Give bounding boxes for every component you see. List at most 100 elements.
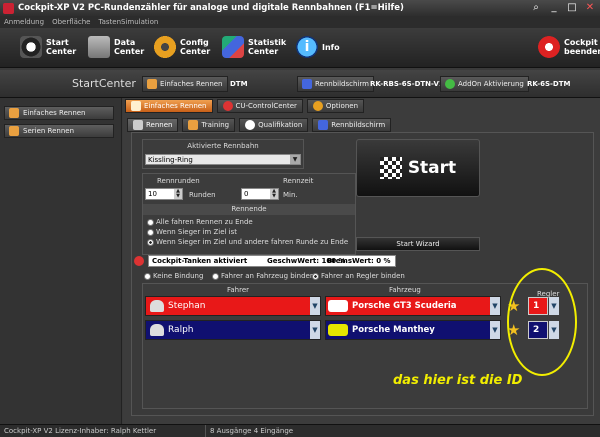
- spinner-icon[interactable]: ▲ ▼: [174, 189, 182, 199]
- nav-label: Center: [248, 47, 279, 56]
- radio-label: Alle fahren Rennen zu Ende: [156, 218, 253, 226]
- config-center-button[interactable]: Config Center: [154, 36, 220, 58]
- binding-option-none[interactable]: Keine Bindung: [144, 272, 203, 280]
- nav-label: Statistik: [248, 38, 287, 47]
- info-button[interactable]: i Info: [296, 36, 362, 58]
- main-navigation: Start Center Data Center Config Center Stat…: [0, 28, 600, 68]
- tab-training[interactable]: Training: [182, 118, 236, 132]
- status-strip: Cockpit-Tanken aktiviert GeschwWert: 100…: [148, 255, 396, 267]
- data-center-button[interactable]: Data Center: [88, 36, 154, 58]
- statistik-center-button[interactable]: Statistik Center: [222, 36, 288, 58]
- start-button-label: Start: [407, 158, 457, 178]
- info-icon: i: [296, 36, 318, 58]
- search-icon[interactable]: ⌕: [530, 2, 542, 14]
- time-label: Rennzeit: [283, 177, 314, 185]
- radio-label: Fahrer an Fahrzeug binden: [221, 272, 315, 280]
- radio-button[interactable]: [147, 218, 154, 226]
- race-end-option-1[interactable]: Alle fahren Rennen zu Ende: [147, 218, 253, 226]
- license-text: Cockpit-XP V2 Lizenz-Inhaber: Ralph Kett…: [4, 427, 157, 435]
- driver-select-2[interactable]: Ralph ▼: [145, 320, 321, 340]
- race-screen-button[interactable]: Rennbildschirm: [297, 76, 374, 92]
- radio-button[interactable]: [144, 272, 151, 280]
- tab-qualifikation[interactable]: Qualifikation: [239, 118, 309, 132]
- radio-label: Wenn Sieger im Ziel und andere fahren Ru…: [156, 238, 349, 246]
- statistics-icon: [222, 36, 244, 58]
- tab-label: CU-ControlCenter: [235, 102, 297, 110]
- start-button[interactable]: Start: [356, 139, 480, 197]
- race-screen-label: Rennbildschirm: [315, 80, 369, 88]
- race-end-option-3[interactable]: Wenn Sieger im Ziel und andere fahren Ru…: [147, 238, 348, 246]
- radio-button[interactable]: [312, 272, 319, 280]
- tab-label: Rennen: [146, 121, 173, 129]
- chevron-down-icon[interactable]: ▼: [310, 321, 320, 339]
- menu-anmeldung[interactable]: Anmeldung: [4, 18, 44, 26]
- checkered-flag-icon: [133, 120, 143, 130]
- quit-button[interactable]: Cockpit beenden: [538, 36, 600, 58]
- tab-label: Rennbildschirm: [331, 121, 386, 129]
- app-icon: [3, 2, 14, 14]
- sidebar-item-label: Serien Rennen: [23, 127, 75, 135]
- tab-rennen[interactable]: Rennen: [127, 118, 179, 132]
- driver-name: Stephan: [168, 301, 206, 311]
- radio-button[interactable]: [147, 228, 154, 236]
- car-icon: [131, 101, 141, 111]
- binding-option-car[interactable]: Fahrer an Fahrzeug binden: [212, 272, 314, 280]
- car-icon: [9, 108, 19, 118]
- mode-value: DTM: [230, 80, 248, 88]
- tab-rennbildschirm[interactable]: Rennbildschirm: [312, 118, 392, 132]
- tab-optionen[interactable]: Optionen: [306, 99, 365, 113]
- driver-select-1[interactable]: Stephan ▼: [145, 296, 321, 316]
- tab-label: Einfaches Rennen: [144, 102, 207, 110]
- nav-label: Data: [114, 38, 136, 47]
- addon-button[interactable]: AddOn Aktivierung: [440, 76, 529, 92]
- tab-cu-controlcenter[interactable]: CU-ControlCenter: [216, 99, 303, 113]
- start-center-header: StartCenter Einfaches Rennen DTM Rennbil…: [0, 70, 600, 98]
- gear-icon: [154, 36, 176, 58]
- sidebar-item-serien-rennen[interactable]: Serien Rennen: [4, 124, 114, 138]
- driver-name: Ralph: [168, 325, 194, 335]
- monitor-icon: [302, 79, 312, 89]
- start-center-button[interactable]: Start Center: [20, 36, 86, 58]
- chevron-down-icon: ▼: [290, 155, 300, 164]
- laps-input[interactable]: 10 ▲ ▼: [145, 188, 183, 200]
- brake-value: BremsWert: 0 %: [327, 257, 391, 265]
- monitor-icon: [318, 120, 329, 130]
- chevron-down-icon[interactable]: ▼: [310, 297, 320, 315]
- time-input[interactable]: 0 ▲ ▼: [241, 188, 279, 200]
- car-select-2[interactable]: Porsche Manthey ▼: [325, 320, 501, 340]
- annotation-text: das hier ist die ID: [393, 373, 523, 388]
- start-wizard-button[interactable]: Start Wizard: [356, 237, 480, 251]
- maximize-icon[interactable]: □: [566, 2, 578, 14]
- minimize-icon[interactable]: _: [548, 2, 560, 14]
- radio-button[interactable]: [212, 272, 219, 280]
- spinner-icon[interactable]: ▲ ▼: [270, 189, 278, 199]
- tab-einfaches-rennen[interactable]: Einfaches Rennen: [125, 99, 213, 113]
- controller-icon: [222, 101, 233, 111]
- nav-label: beenden: [564, 47, 600, 56]
- race-end-option-2[interactable]: Wenn Sieger im Ziel ist: [147, 228, 237, 236]
- nav-label: Start: [46, 38, 69, 47]
- sidebar-item-label: Einfaches Rennen: [23, 109, 86, 117]
- mode-button[interactable]: Einfaches Rennen: [142, 76, 228, 92]
- laps-unit: Runden: [189, 191, 216, 199]
- track-label: Aktivierte Rennbahn: [187, 142, 259, 150]
- menu-tastensimulation[interactable]: TastenSimulation: [99, 18, 159, 26]
- radio-button[interactable]: [147, 238, 154, 246]
- close-icon[interactable]: ✕: [584, 2, 596, 14]
- car-header: Fahrzeug: [389, 286, 421, 294]
- menu-oberflaeche[interactable]: Oberfläche: [52, 18, 90, 26]
- chevron-down-icon[interactable]: ▼: [490, 297, 500, 315]
- sidebar-item-einfaches-rennen[interactable]: Einfaches Rennen: [4, 106, 114, 120]
- chevron-down-icon[interactable]: ▼: [490, 321, 500, 339]
- laps-value: 10: [148, 190, 157, 198]
- binding-option-controller[interactable]: Fahrer an Regler binden: [312, 272, 405, 280]
- nav-label: Cockpit: [564, 38, 598, 47]
- car-icon: [9, 126, 19, 136]
- track-group: Aktivierte Rennbahn Kissling-Ring ▼: [142, 139, 304, 169]
- mode-button-label: Einfaches Rennen: [160, 80, 223, 88]
- car-icon: [328, 324, 348, 336]
- time-unit: Min.: [283, 191, 298, 199]
- track-select[interactable]: Kissling-Ring ▼: [145, 154, 301, 165]
- car-select-1[interactable]: Porsche GT3 Scuderia ▼: [325, 296, 501, 316]
- addon-value: RK-6S-DTM: [527, 80, 571, 88]
